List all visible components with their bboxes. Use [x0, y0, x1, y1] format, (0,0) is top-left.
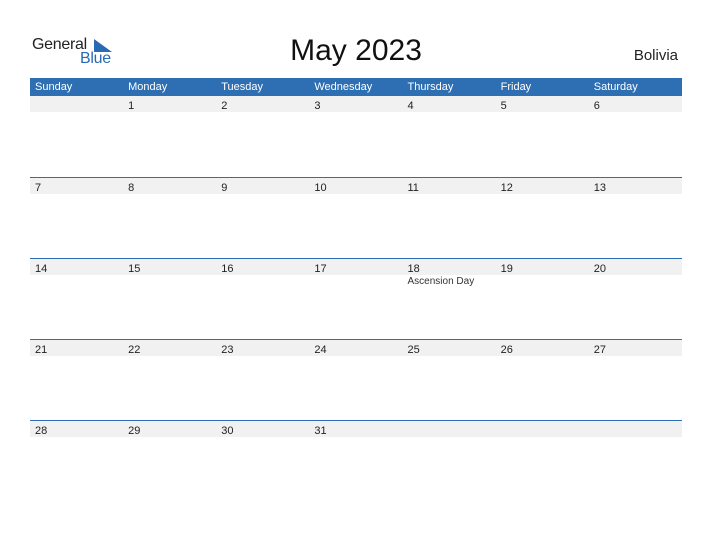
weekday-saturday: Saturday — [593, 81, 638, 93]
country-label: Bolivia — [633, 47, 678, 64]
day-number: 2 — [221, 100, 228, 112]
day-number: 31 — [314, 425, 327, 437]
day-number-strip: 28 29 30 31 — [30, 421, 682, 437]
day-cell: 9 — [216, 178, 309, 194]
day-cell: 21 — [30, 340, 123, 356]
day-number: 14 — [35, 263, 48, 275]
day-number: 18 — [407, 263, 420, 275]
day-cell: 12 — [496, 178, 589, 194]
day-number: 13 — [593, 182, 606, 194]
day-cell: 25 — [403, 340, 496, 356]
day-number: 4 — [407, 100, 414, 112]
weekday-wednesday: Wednesday — [314, 81, 373, 93]
week-row: 28 29 30 31 — [30, 420, 682, 501]
day-cell: 31 — [309, 421, 402, 437]
day-number: 22 — [128, 344, 141, 356]
weekday-friday: Friday — [500, 81, 532, 93]
weekday-sunday: Sunday — [35, 81, 73, 93]
day-number: 3 — [314, 100, 321, 112]
day-cell: 6 — [589, 96, 682, 112]
day-cell: 13 — [589, 178, 682, 194]
day-cell: 27 — [589, 340, 682, 356]
day-cell: 26 — [496, 340, 589, 356]
weekday-thursday: Thursday — [407, 81, 454, 93]
day-cell: 18 Ascension Day — [403, 259, 496, 287]
day-number: 23 — [221, 344, 234, 356]
day-cell: 16 — [216, 259, 309, 275]
day-number: 8 — [128, 182, 135, 194]
day-cell: 17 — [309, 259, 402, 275]
day-number: 7 — [35, 182, 42, 194]
week-row: 21 22 23 24 25 26 27 — [30, 339, 682, 420]
day-cell: 14 — [30, 259, 123, 275]
day-number: 5 — [500, 100, 507, 112]
day-cell: 15 — [123, 259, 216, 275]
page-title: May 2023 — [290, 34, 422, 67]
weekday-tuesday: Tuesday — [221, 81, 264, 93]
day-cell: 3 — [309, 96, 402, 112]
day-number: 25 — [407, 344, 420, 356]
day-number: 26 — [500, 344, 513, 356]
day-number: 28 — [35, 425, 48, 437]
day-number: 21 — [35, 344, 48, 356]
day-cell: 8 — [123, 178, 216, 194]
day-number: 19 — [500, 263, 513, 275]
day-number: 17 — [314, 263, 327, 275]
week-row: 1 2 3 4 5 6 — [30, 96, 682, 177]
day-cell: 4 — [403, 96, 496, 112]
day-number: 10 — [314, 182, 327, 194]
day-number: 6 — [593, 100, 600, 112]
week-row: 14 15 16 17 18 Ascension Day 19 20 — [30, 258, 682, 339]
day-number: 27 — [593, 344, 606, 356]
day-cell: 19 — [496, 259, 589, 275]
day-number: 16 — [221, 263, 234, 275]
day-cell: 1 — [123, 96, 216, 112]
day-number: 12 — [500, 182, 513, 194]
week-row: 7 8 9 10 11 12 13 — [30, 177, 682, 258]
day-cell: 23 — [216, 340, 309, 356]
day-number: 29 — [128, 425, 141, 437]
day-cell — [403, 421, 496, 437]
holiday-label: Ascension Day — [407, 276, 475, 287]
day-cell: 20 — [589, 259, 682, 275]
day-number: 24 — [314, 344, 327, 356]
day-cell — [496, 421, 589, 437]
weekday-header: Sunday Monday Tuesday Wednesday Thursday Frid… — [30, 78, 682, 96]
day-number-strip: 7 8 9 10 11 12 13 — [30, 178, 682, 194]
day-number: 30 — [221, 425, 234, 437]
day-cell: 2 — [216, 96, 309, 112]
day-cell — [30, 96, 123, 112]
day-number: 15 — [128, 263, 141, 275]
day-number: 1 — [128, 100, 135, 112]
day-cell: 5 — [496, 96, 589, 112]
day-cell — [589, 421, 682, 437]
day-number: 9 — [221, 182, 228, 194]
day-number: 20 — [593, 263, 606, 275]
day-number: 11 — [407, 182, 419, 194]
day-cell: 7 — [30, 178, 123, 194]
day-cell: 11 — [403, 178, 496, 194]
weekday-monday: Monday — [128, 81, 168, 93]
day-cell: 29 — [123, 421, 216, 437]
day-number-strip: 1 2 3 4 5 6 — [30, 96, 682, 112]
calendar-grid: Sunday Monday Tuesday Wednesday Thursday Frid… — [30, 78, 682, 501]
day-cell: 10 — [309, 178, 402, 194]
day-cell: 30 — [216, 421, 309, 437]
day-cell: 22 — [123, 340, 216, 356]
day-number-strip: 14 15 16 17 18 Ascension Day 19 20 — [30, 259, 682, 287]
day-cell: 24 — [309, 340, 402, 356]
day-number-strip: 21 22 23 24 25 26 27 — [30, 340, 682, 356]
day-cell: 28 — [30, 421, 123, 437]
